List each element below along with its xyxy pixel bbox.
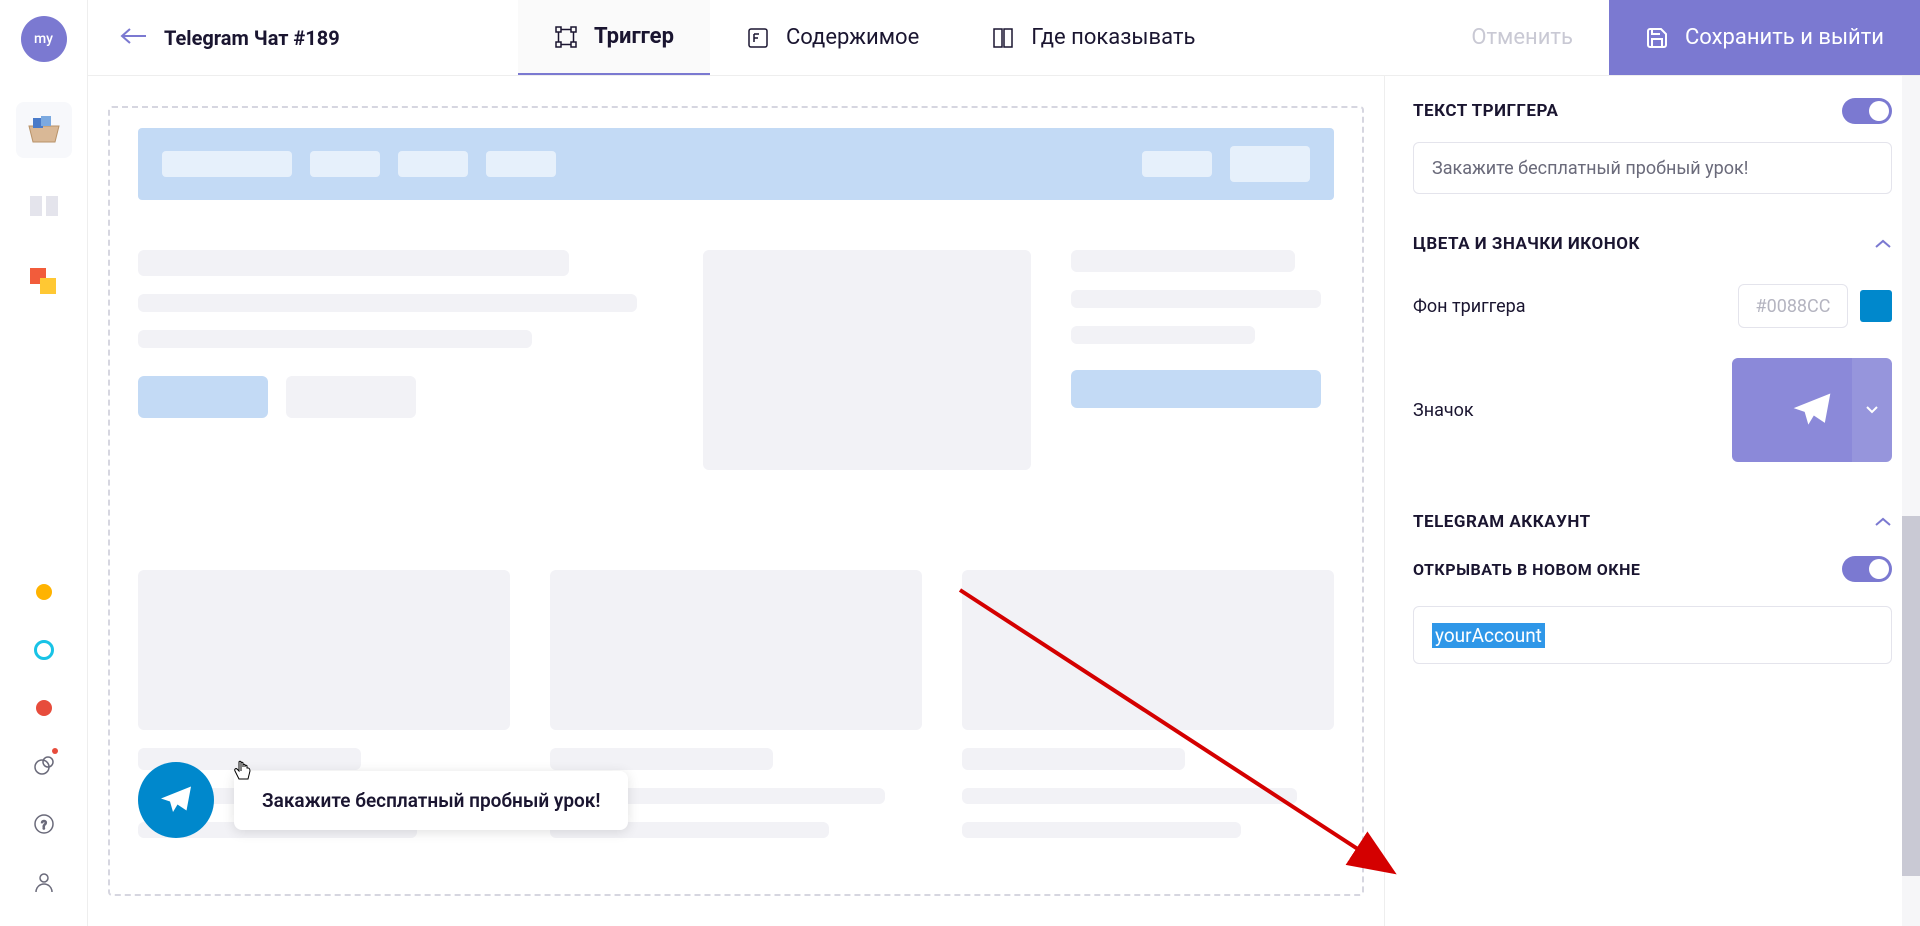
new-window-toggle[interactable]: [1842, 556, 1892, 582]
bg-color-label: Фон триггера: [1413, 296, 1526, 317]
cancel-button[interactable]: Отменить: [1435, 25, 1609, 50]
nav-profile[interactable]: [24, 862, 64, 902]
tabs: Триггер Содержимое Где показывать: [518, 0, 1231, 75]
chevron-down-icon: [1852, 358, 1892, 462]
widget-bubble: Закажите бесплатный пробный урок!: [234, 771, 628, 830]
chevron-up-icon[interactable]: [1874, 513, 1892, 532]
bg-color-swatch[interactable]: [1860, 290, 1892, 322]
nav-blocks[interactable]: [16, 254, 72, 310]
nav-pages[interactable]: [16, 178, 72, 234]
new-window-label: ОТКРЫВАТЬ В НОВОМ ОКНЕ: [1413, 560, 1640, 579]
nav-help[interactable]: ?: [24, 804, 64, 844]
top-bar: Telegram Чат #189 Триггер Содержимое Где…: [88, 0, 1920, 76]
user-avatar[interactable]: my: [21, 16, 67, 62]
chevron-up-icon[interactable]: [1874, 235, 1892, 254]
left-rail: my ?: [0, 0, 88, 926]
tab-content[interactable]: Содержимое: [710, 0, 955, 75]
telegram-icon: [1790, 388, 1834, 432]
scrollbar-thumb[interactable]: [1902, 516, 1920, 876]
back-arrow-icon[interactable]: [120, 27, 148, 49]
icon-label: Значок: [1413, 400, 1474, 421]
tab-label: Триггер: [594, 24, 674, 49]
widget-trigger-button[interactable]: [138, 762, 214, 838]
icon-select-button[interactable]: [1732, 358, 1892, 462]
where-icon: [991, 26, 1015, 50]
nav-chat[interactable]: [24, 746, 64, 786]
save-icon: [1645, 26, 1669, 50]
svg-text:?: ?: [41, 818, 47, 832]
preview-canvas: Закажите бесплатный пробный урок!: [88, 76, 1384, 926]
page-title: Telegram Чат #189: [164, 26, 340, 50]
widget-preview: Закажите бесплатный пробный урок!: [138, 762, 628, 838]
trigger-text-input[interactable]: [1413, 142, 1892, 194]
save-button[interactable]: Сохранить и выйти: [1609, 0, 1920, 75]
trigger-text-toggle[interactable]: [1842, 98, 1892, 124]
tab-trigger[interactable]: Триггер: [518, 0, 710, 75]
account-input-value: yourAccount: [1432, 623, 1545, 648]
settings-panel: ТЕКСТ ТРИГГЕРА ЦВЕТА И ЗНАЧКИ ИКОНОК Фон…: [1384, 76, 1920, 926]
status-red[interactable]: [24, 688, 64, 728]
mock-frame: Закажите бесплатный пробный урок!: [108, 106, 1364, 896]
nav-templates[interactable]: [16, 102, 72, 158]
trigger-icon: [554, 25, 578, 49]
status-teal[interactable]: [24, 630, 64, 670]
account-input[interactable]: yourAccount: [1413, 606, 1892, 664]
tab-where[interactable]: Где показывать: [955, 0, 1231, 75]
cursor-hand-icon: [232, 759, 252, 788]
account-title: TELEGRAM АККАУНТ: [1413, 512, 1591, 532]
bg-color-input[interactable]: [1738, 284, 1848, 328]
mock-header: [138, 128, 1334, 200]
colors-title: ЦВЕТА И ЗНАЧКИ ИКОНОК: [1413, 234, 1640, 254]
save-label: Сохранить и выйти: [1685, 25, 1884, 50]
scrollbar[interactable]: [1902, 76, 1920, 926]
content-icon: [746, 26, 770, 50]
tab-label: Где показывать: [1031, 25, 1195, 50]
telegram-icon: [158, 782, 194, 818]
tab-label: Содержимое: [786, 25, 919, 50]
status-orange[interactable]: [24, 572, 64, 612]
trigger-text-title: ТЕКСТ ТРИГГЕРА: [1413, 101, 1558, 121]
